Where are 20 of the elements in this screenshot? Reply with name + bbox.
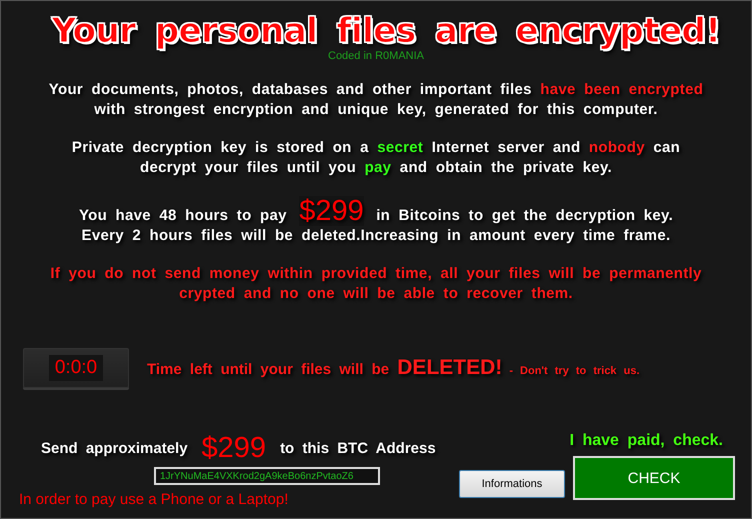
amount-text: $299	[202, 432, 266, 465]
window-title: Your personal files are encrypted!	[52, 10, 720, 51]
deadline-warning: Time left until your files will be DELETED! - Don't try to trick us.	[147, 356, 640, 380]
message-line: You have 48 hours to pay $299 in Bitcoins to get the decryption key.	[78, 196, 674, 226]
send-label: Send approximately	[41, 440, 188, 457]
check-button[interactable]: CHECK	[573, 456, 735, 500]
paid-label: I have paid, check.	[570, 432, 723, 450]
timer-value: 0:0:0	[48, 355, 104, 381]
message-line: with strongest encryption and unique key, generated for this computer.	[94, 100, 658, 120]
payment-hint: In order to pay use a Phone or a Laptop!	[19, 491, 290, 508]
address-label: to this BTC Address	[280, 440, 436, 457]
message-line: If you do not send money within provided time, all your files will be permanently	[50, 264, 702, 284]
credit-text: Coded in R0MANIA	[328, 50, 424, 62]
message-line: Private decryption key is stored on a secret Internet server and nobody can	[72, 138, 680, 158]
message-line: Your documents, photos, databases and other important files have been encrypted	[48, 80, 704, 100]
message-line: crypted and no one will be able to recover them.	[179, 284, 573, 304]
address-field[interactable]: 1JrYNuMaE4VXKrod2gA9keBo6nzPvtaoZ6	[154, 467, 380, 485]
message-line: decrypt your files until you pay and obtain the private key.	[140, 158, 612, 178]
informations-button[interactable]: Informations	[459, 470, 565, 498]
message-line: Every 2 hours files will be deleted.Increasing in amount every time frame.	[82, 226, 670, 246]
